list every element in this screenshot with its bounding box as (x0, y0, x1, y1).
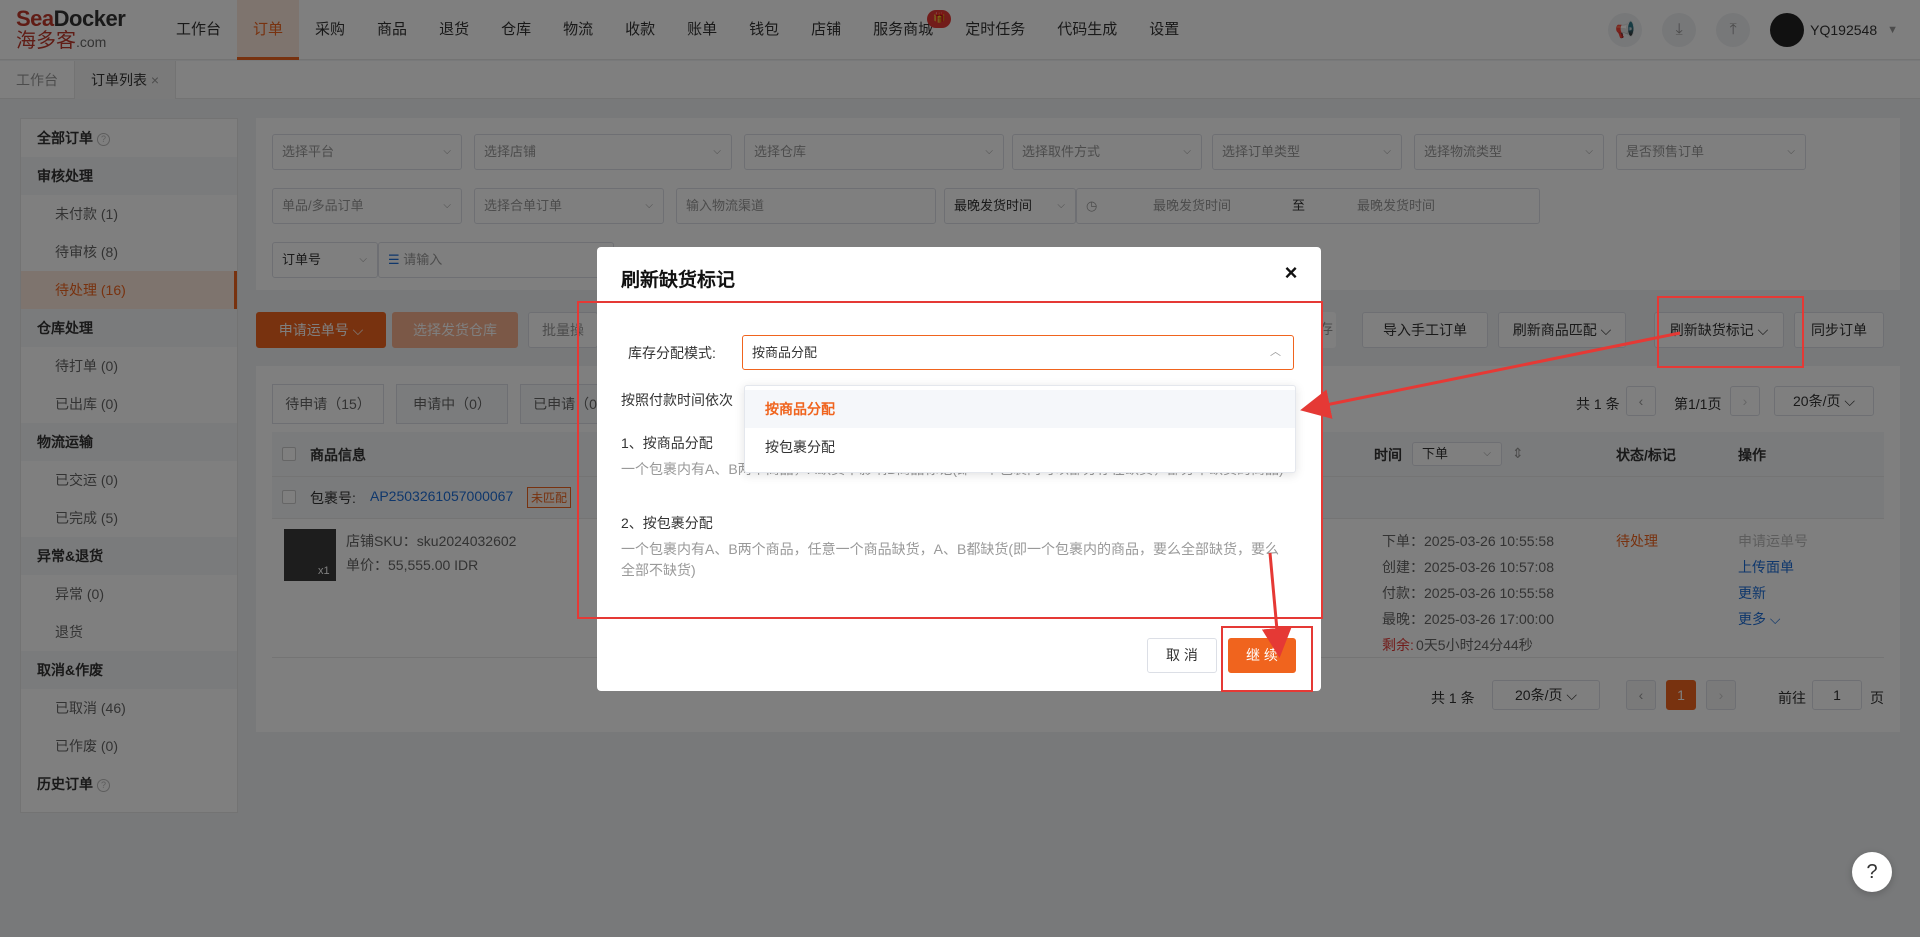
close-icon[interactable]: × (1279, 261, 1303, 285)
annotation-box-modal-body (577, 301, 1323, 619)
annotation-box-continue-button (1221, 626, 1313, 692)
help-button[interactable]: ? (1852, 852, 1892, 892)
modal-title: 刷新缺货标记 (621, 270, 736, 291)
cancel-button[interactable]: 取 消 (1147, 638, 1217, 673)
annotation-box-refresh-button (1657, 296, 1804, 368)
